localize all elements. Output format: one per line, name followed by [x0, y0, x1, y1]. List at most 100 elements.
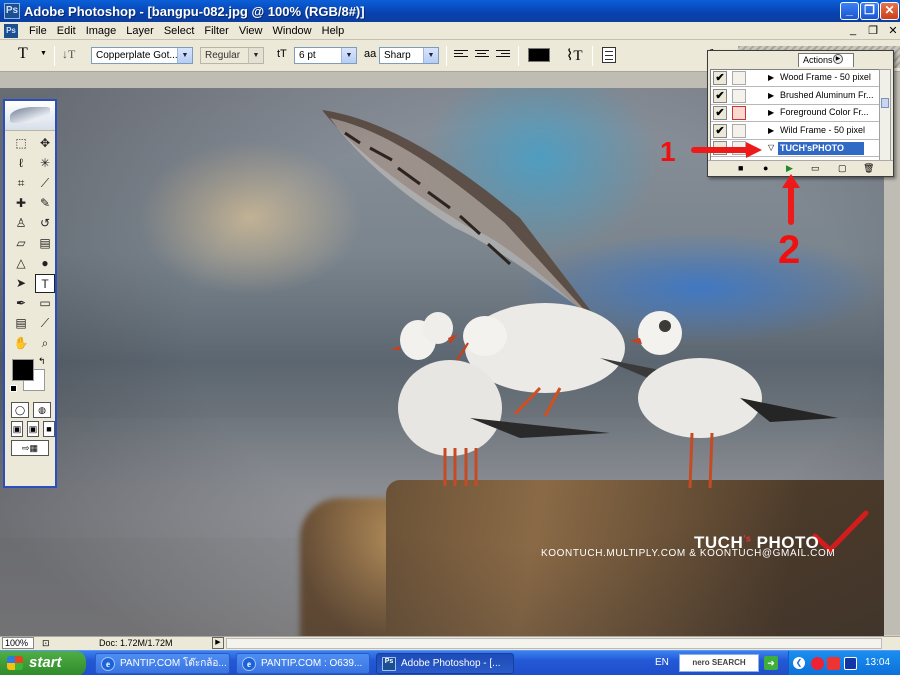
actions-tab[interactable]: Actions: [798, 53, 854, 67]
status-menu-icon[interactable]: ▶: [212, 637, 224, 649]
move-tool-icon[interactable]: ✥: [35, 134, 55, 153]
doc-restore-button[interactable]: ❐: [866, 24, 880, 37]
tools-palette-header[interactable]: [5, 101, 55, 131]
menu-window[interactable]: Window: [268, 24, 317, 38]
expand-triangle-icon[interactable]: ▶: [768, 91, 774, 100]
start-button[interactable]: start: [0, 651, 86, 675]
standard-mode-icon[interactable]: ◯: [11, 402, 29, 418]
blur-tool-icon[interactable]: △: [11, 254, 31, 273]
nero-search-box[interactable]: nero SEARCH: [679, 654, 759, 672]
taskbar-button[interactable]: Ps Adobe Photoshop - [...: [376, 653, 514, 674]
toggle-palettes-icon[interactable]: [602, 47, 616, 63]
title-bar[interactable]: Ps Adobe Photoshop - [bangpu-082.jpg @ 1…: [0, 0, 900, 22]
app-tray-icon[interactable]: [827, 657, 840, 670]
action-toggle-checkbox[interactable]: ✔: [713, 88, 727, 103]
taskbar-button[interactable]: e PANTIP.COM : O639...: [236, 653, 370, 674]
default-colors-icon[interactable]: [10, 385, 17, 392]
security-tray-icon[interactable]: [811, 657, 824, 670]
actions-scrollbar[interactable]: [879, 69, 891, 161]
restore-button[interactable]: ❐: [860, 2, 879, 20]
media-tray-icon[interactable]: [844, 657, 857, 670]
expand-triangle-icon[interactable]: ▶: [768, 73, 774, 82]
minimize-button[interactable]: _: [840, 2, 859, 20]
align-left-icon[interactable]: [454, 48, 470, 62]
scrollbar-thumb[interactable]: [881, 98, 889, 108]
quick-mask-icon[interactable]: ◍: [33, 402, 51, 418]
eyedropper-tool-icon[interactable]: ⟋: [35, 314, 55, 333]
lasso-tool-icon[interactable]: ℓ: [11, 154, 31, 173]
warp-text-icon[interactable]: ⌇T: [566, 46, 583, 65]
foreground-color-swatch[interactable]: [12, 359, 34, 381]
magic-wand-tool-icon[interactable]: ✳: [35, 154, 55, 173]
notes-tool-icon[interactable]: ▤: [11, 314, 31, 333]
crop-tool-icon[interactable]: ⌗: [11, 174, 31, 193]
expand-triangle-icon[interactable]: ▶: [768, 108, 774, 117]
dialog-toggle-checkbox[interactable]: [732, 71, 746, 85]
menu-help[interactable]: Help: [317, 24, 350, 38]
document-icon[interactable]: Ps: [4, 24, 18, 38]
clone-stamp-tool-icon[interactable]: ♙: [11, 214, 31, 233]
jump-to-imageready-icon[interactable]: ⇨▦: [11, 440, 49, 456]
photoshop-app-icon[interactable]: Ps: [4, 3, 20, 19]
action-row[interactable]: ✔ ▶ Wild Frame - 50 pixel: [711, 123, 879, 140]
new-action-icon[interactable]: ▢: [838, 163, 847, 174]
expand-triangle-icon[interactable]: ▶: [768, 126, 774, 135]
font-style-select[interactable]: Regular ▼: [200, 47, 264, 64]
trash-icon[interactable]: 🗑: [863, 163, 874, 174]
action-row[interactable]: ✔ ▶ Foreground Color Fr...: [711, 105, 879, 122]
menu-view[interactable]: View: [234, 24, 268, 38]
dialog-toggle-checkbox[interactable]: [732, 123, 746, 138]
show-hidden-icons-icon[interactable]: ❮: [793, 657, 805, 669]
swap-colors-icon[interactable]: ↰: [38, 356, 46, 367]
status-nav-icon[interactable]: ⊡: [42, 638, 50, 649]
slice-tool-icon[interactable]: ⟋: [35, 174, 55, 193]
doc-minimize-button[interactable]: _: [846, 24, 860, 36]
action-toggle-checkbox[interactable]: ✔: [713, 71, 727, 85]
healing-brush-tool-icon[interactable]: ✚: [11, 194, 31, 213]
chevron-down-icon[interactable]: ▼: [423, 48, 438, 63]
zoom-field[interactable]: 100%: [2, 637, 34, 649]
chevron-down-icon[interactable]: ▼: [248, 48, 263, 63]
marquee-tool-icon[interactable]: ⬚: [11, 134, 31, 153]
type-tool-icon[interactable]: T: [18, 45, 28, 63]
screen-mode-full-menu-icon[interactable]: ▣: [27, 421, 39, 437]
align-right-icon[interactable]: [496, 48, 512, 62]
action-row[interactable]: ✔ ▶ Brushed Aluminum Fr...: [711, 88, 879, 105]
search-go-icon[interactable]: ➜: [764, 656, 778, 670]
gradient-tool-icon[interactable]: ▤: [35, 234, 55, 253]
chevron-down-icon[interactable]: ▼: [341, 48, 356, 63]
type-tool-icon[interactable]: T: [35, 274, 55, 293]
brush-tool-icon[interactable]: ✎: [35, 194, 55, 213]
pen-tool-icon[interactable]: ✒: [11, 294, 31, 313]
menu-file[interactable]: File: [24, 24, 52, 38]
zoom-tool-icon[interactable]: ⌕: [35, 334, 55, 353]
font-family-select[interactable]: Copperplate Got... ▼: [91, 47, 193, 64]
shape-tool-icon[interactable]: ▭: [35, 294, 55, 313]
path-selection-tool-icon[interactable]: ➤: [11, 274, 31, 293]
chevron-down-icon[interactable]: ▼: [177, 48, 192, 63]
history-brush-tool-icon[interactable]: ↺: [35, 214, 55, 233]
screen-mode-standard-icon[interactable]: ▣: [11, 421, 23, 437]
hand-tool-icon[interactable]: ✋: [11, 334, 31, 353]
eraser-tool-icon[interactable]: ▱: [11, 234, 31, 253]
dialog-toggle-checkbox[interactable]: [732, 106, 746, 120]
dodge-tool-icon[interactable]: ●: [35, 254, 55, 273]
anti-alias-select[interactable]: Sharp ▼: [379, 47, 439, 64]
menu-layer[interactable]: Layer: [121, 24, 159, 38]
taskbar-button[interactable]: e PANTIP.COM โต๊ะกล้อ...: [95, 653, 230, 674]
menu-edit[interactable]: Edit: [52, 24, 81, 38]
font-size-select[interactable]: 6 pt ▼: [294, 47, 357, 64]
tool-preset-dropdown-icon[interactable]: ▼: [40, 50, 47, 57]
new-set-icon[interactable]: ▭: [811, 163, 820, 174]
screen-mode-full-icon[interactable]: ■: [43, 421, 55, 437]
text-color-swatch[interactable]: [528, 48, 550, 62]
panel-menu-icon[interactable]: ▶: [833, 54, 843, 64]
menu-select[interactable]: Select: [159, 24, 200, 38]
action-row[interactable]: ✔ ▶ Wood Frame - 50 pixel: [711, 70, 879, 87]
horizontal-scrollbar[interactable]: [226, 638, 882, 649]
menu-image[interactable]: Image: [81, 24, 122, 38]
action-toggle-checkbox[interactable]: ✔: [713, 123, 727, 138]
text-orientation-icon[interactable]: ↓T: [62, 47, 75, 62]
close-button[interactable]: ✕: [880, 2, 899, 20]
doc-close-button[interactable]: ✕: [886, 24, 900, 37]
